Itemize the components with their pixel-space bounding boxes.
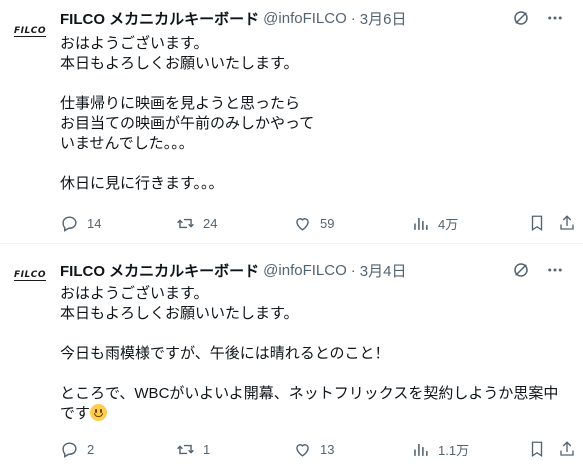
like-icon xyxy=(296,217,309,231)
tweet-date[interactable]: 3月4日 xyxy=(360,260,407,281)
retweet-count: 1 xyxy=(203,441,211,457)
avatar[interactable]: FILCO xyxy=(10,256,50,296)
views-count: 1.1万 xyxy=(438,442,470,458)
reply-icon xyxy=(62,215,77,232)
reply-count: 2 xyxy=(87,441,95,457)
user-handle[interactable]: @infoFILCO xyxy=(263,262,347,279)
reply-button[interactable]: 14 xyxy=(60,214,101,233)
tweet-text: おはようございます。 本日もよろしくお願いいたします。 仕事帰りに映画を見ようと… xyxy=(60,35,315,192)
share-button[interactable] xyxy=(558,214,576,232)
retweet-button[interactable]: 24 xyxy=(176,214,217,233)
reply-icon xyxy=(62,441,77,458)
views-count: 4万 xyxy=(438,216,459,232)
tweet-text: おはようございます。 本日もよろしくお願いいたします。 今日も雨模様ですが、午後… xyxy=(60,284,569,424)
grok-icon[interactable] xyxy=(509,258,533,282)
more-icon[interactable] xyxy=(543,6,567,30)
action-bar: 14 24 59 4万 xyxy=(60,212,574,234)
grok-icon[interactable] xyxy=(509,6,533,30)
avatar-logo-text: FILCO xyxy=(14,26,46,37)
action-bar: 2 1 13 1.1万 xyxy=(60,438,574,460)
grinning-face-emoji xyxy=(90,404,108,421)
views-icon xyxy=(414,443,428,456)
views-button[interactable]: 1.1万 xyxy=(411,440,469,459)
share-button[interactable] xyxy=(558,440,576,458)
reply-count: 14 xyxy=(87,215,102,231)
tweet-date[interactable]: 3月6日 xyxy=(360,8,407,29)
user-handle[interactable]: @infoFILCO xyxy=(263,10,347,27)
retweet-icon xyxy=(177,444,194,454)
retweet-icon xyxy=(177,218,194,228)
avatar[interactable]: FILCO xyxy=(10,12,50,52)
tweet-header: FILCO メカニカルキーボード @infoFILCO · 3月4日 xyxy=(60,260,567,280)
bookmark-icon xyxy=(531,215,543,232)
display-name[interactable]: FILCO メカニカルキーボード xyxy=(60,8,259,29)
bookmark-button[interactable] xyxy=(528,440,546,458)
tweet[interactable]: FILCO FILCO メカニカルキーボード @infoFILCO · 3月4日… xyxy=(0,244,583,472)
like-icon xyxy=(296,443,309,457)
avatar-logo-text: FILCO xyxy=(14,270,46,281)
bookmark-button[interactable] xyxy=(528,214,546,232)
tweet-text-content: おはようございます。 本日もよろしくお願いいたします。 今日も雨模様ですが、午後… xyxy=(60,285,559,422)
like-count: 59 xyxy=(320,215,335,231)
more-icon[interactable] xyxy=(543,258,567,282)
tweet-header: FILCO メカニカルキーボード @infoFILCO · 3月6日 xyxy=(60,8,567,28)
separator-dot: · xyxy=(350,261,356,279)
views-button[interactable]: 4万 xyxy=(411,214,458,233)
reply-button[interactable]: 2 xyxy=(60,440,94,459)
views-icon xyxy=(414,217,428,230)
tweet[interactable]: FILCO FILCO メカニカルキーボード @infoFILCO · 3月6日… xyxy=(0,0,583,244)
separator-dot: · xyxy=(350,9,356,27)
like-button[interactable]: 13 xyxy=(293,440,334,459)
share-icon xyxy=(560,441,574,456)
bookmark-icon xyxy=(531,441,543,458)
retweet-button[interactable]: 1 xyxy=(176,440,210,459)
display-name[interactable]: FILCO メカニカルキーボード xyxy=(60,260,259,281)
share-icon xyxy=(560,215,574,230)
retweet-count: 24 xyxy=(203,215,218,231)
like-count: 13 xyxy=(320,441,335,457)
like-button[interactable]: 59 xyxy=(293,214,334,233)
